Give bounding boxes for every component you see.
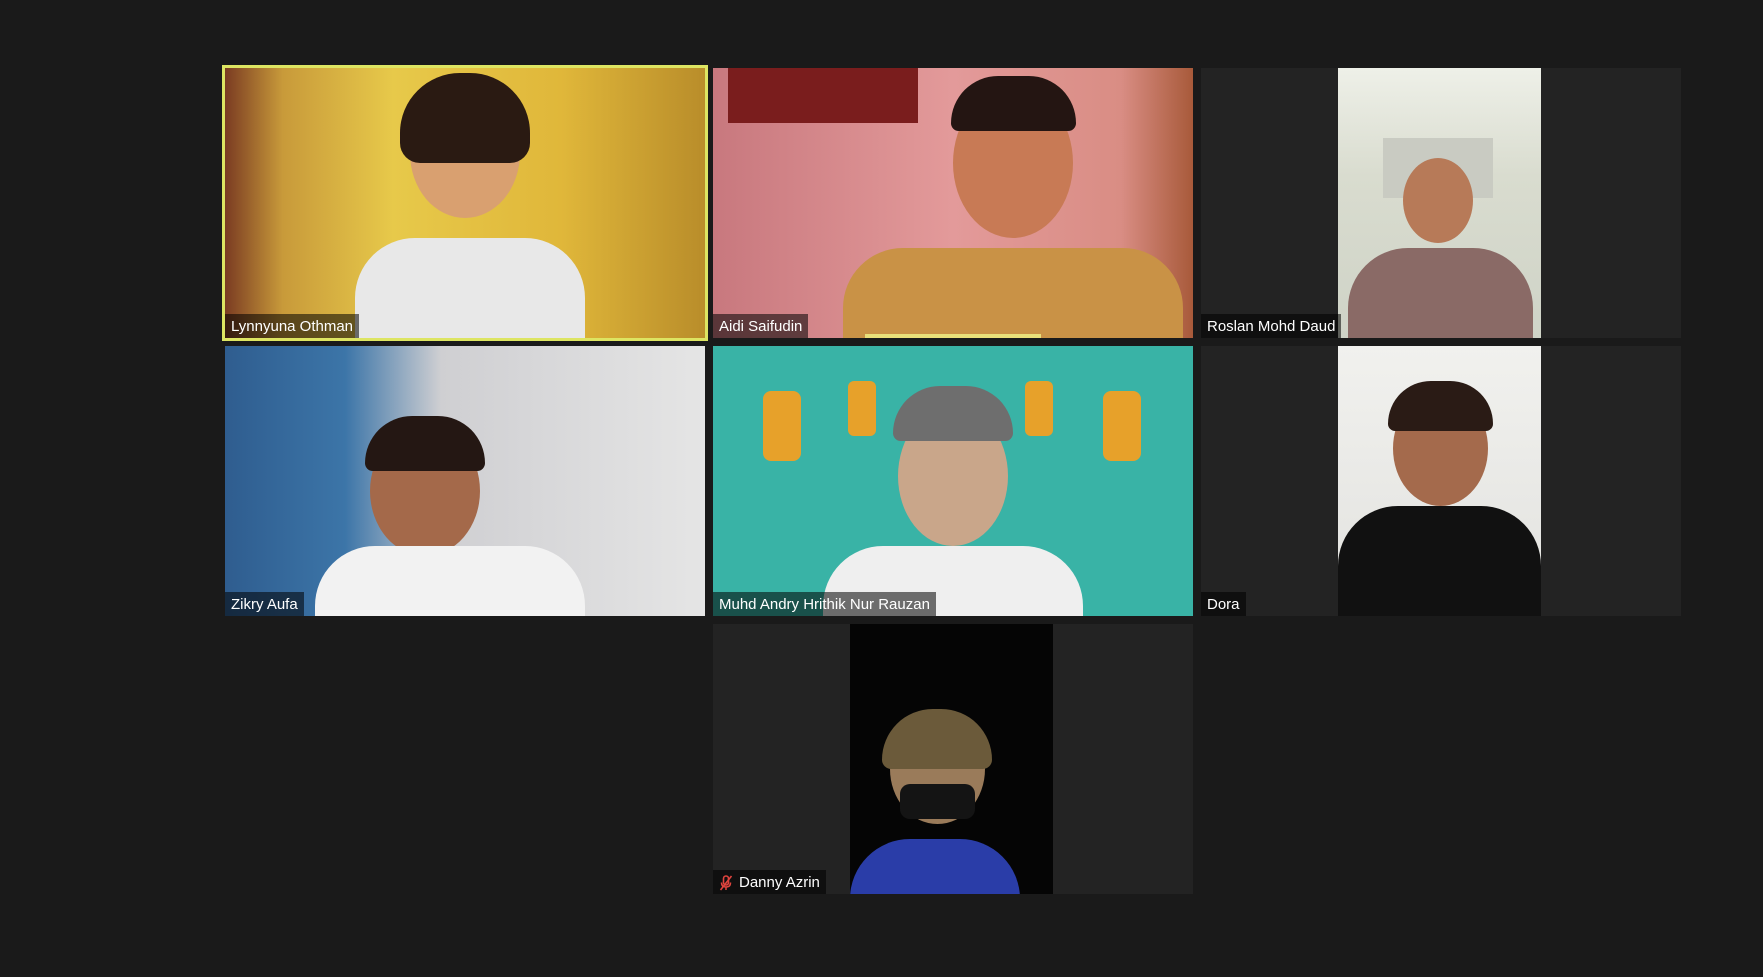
- participant-name-label: Dora: [1201, 592, 1246, 616]
- participant-video: [713, 68, 1193, 338]
- participant-video: [713, 346, 1193, 616]
- video-tile-dora[interactable]: Dora: [1201, 346, 1681, 616]
- participant-name: Muhd Andry Hrithik Nur Rauzan: [719, 596, 930, 613]
- participant-name-label: Danny Azrin: [713, 870, 826, 894]
- participant-video: [225, 68, 705, 338]
- participant-name: Zikry Aufa: [231, 596, 298, 613]
- participant-name: Lynnyuna Othman: [231, 318, 354, 335]
- participant-name-label: Roslan Mohd Daud: [1201, 314, 1342, 338]
- participant-name-label: Zikry Aufa: [225, 592, 304, 616]
- speaking-indicator: [865, 334, 1041, 338]
- participant-name-label: Lynnyuna Othman: [225, 314, 360, 338]
- participant-video: [1338, 68, 1541, 338]
- participant-name: Dora: [1207, 596, 1240, 613]
- participant-video: [1338, 346, 1541, 616]
- participant-name-label: Muhd Andry Hrithik Nur Rauzan: [713, 592, 936, 616]
- video-tile-muhd-andry[interactable]: Muhd Andry Hrithik Nur Rauzan: [713, 346, 1193, 616]
- video-tile-zikry-aufa[interactable]: Zikry Aufa: [225, 346, 705, 616]
- participant-video: [225, 346, 705, 616]
- participant-name-label: Aidi Saifudin: [713, 314, 809, 338]
- participant-name: Roslan Mohd Daud: [1207, 318, 1336, 335]
- video-tile-danny-azrin[interactable]: Danny Azrin: [713, 624, 1193, 894]
- microphone-muted-icon: [719, 874, 733, 891]
- participant-video: [850, 624, 1053, 894]
- participant-name: Aidi Saifudin: [719, 318, 803, 335]
- video-tile-roslan-mohd-daud[interactable]: Roslan Mohd Daud: [1201, 68, 1681, 338]
- video-tile-aidi-saifudin[interactable]: Aidi Saifudin: [713, 68, 1193, 338]
- video-tile-lynnyuna-othman[interactable]: Lynnyuna Othman: [222, 65, 708, 341]
- participant-name: Danny Azrin: [739, 874, 820, 891]
